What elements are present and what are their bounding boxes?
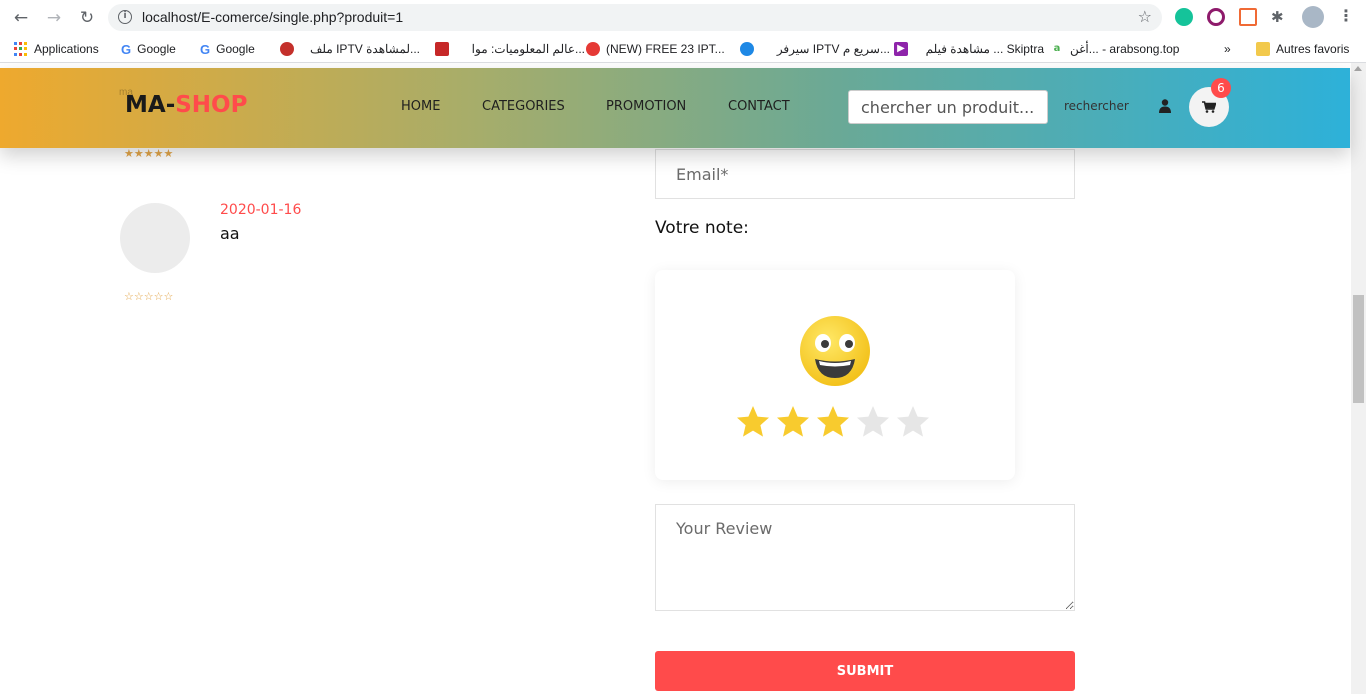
- star-filled-icon: ★: [153, 147, 164, 160]
- bookmarks-overflow-button[interactable]: »: [1224, 41, 1231, 57]
- smiley-face-icon: [800, 316, 870, 386]
- profile-avatar[interactable]: [1302, 6, 1324, 28]
- site-icon: a: [1053, 43, 1061, 54]
- google-icon: G: [200, 41, 211, 57]
- star-filled-icon[interactable]: [815, 404, 851, 440]
- puzzle-icon[interactable]: ✱: [1271, 8, 1289, 26]
- star-empty-icon[interactable]: [895, 404, 931, 440]
- review-rating-stars: ★★★★★: [124, 147, 173, 160]
- review-rating-stars: ☆☆☆☆☆: [124, 290, 173, 303]
- star-filled-icon[interactable]: [735, 404, 771, 440]
- avatar: [120, 203, 190, 273]
- email-field[interactable]: [655, 149, 1075, 199]
- star-empty-icon[interactable]: [855, 404, 891, 440]
- extension-icon[interactable]: [1207, 8, 1225, 26]
- bookmark-iptv-server[interactable]: سيرفر IPTV سريع م...: [740, 41, 890, 57]
- review-text: aa: [220, 224, 240, 243]
- nav-contact[interactable]: CONTACT: [728, 99, 790, 114]
- site-info-icon[interactable]: i: [118, 10, 132, 24]
- review-textarea[interactable]: [655, 504, 1075, 611]
- bookmark-free-iptv[interactable]: (NEW) FREE 23 IPT...: [586, 41, 725, 57]
- rating-label: Votre note:: [655, 218, 749, 238]
- bookmark-apps[interactable]: Applications: [14, 41, 99, 57]
- star-rating-input[interactable]: [735, 404, 931, 440]
- search-input[interactable]: [848, 90, 1048, 124]
- page-scrollbar[interactable]: [1351, 63, 1366, 694]
- star-empty-icon: ☆: [153, 290, 164, 303]
- site-icon: [280, 42, 294, 56]
- google-icon: G: [121, 41, 132, 57]
- search-button[interactable]: rechercher: [1064, 99, 1129, 113]
- site-icon: [586, 42, 600, 56]
- nav-categories[interactable]: CATEGORIES: [482, 99, 565, 114]
- bookmark-arabsong[interactable]: a أغن... - arabsong.top: [1050, 41, 1180, 57]
- user-icon[interactable]: [1159, 99, 1171, 113]
- url-text[interactable]: localhost/E-comerce/single.php?produit=1: [142, 9, 403, 25]
- scrollbar-thumb[interactable]: [1353, 295, 1364, 403]
- bookmark-google[interactable]: G Google: [121, 41, 176, 57]
- star-filled-icon: ★: [133, 147, 144, 160]
- apps-grid-icon: [14, 42, 28, 56]
- site-logo[interactable]: MA-SHOP: [125, 92, 247, 118]
- back-icon[interactable]: ←: [9, 6, 33, 30]
- star-empty-icon: ☆: [133, 290, 144, 303]
- star-filled-icon[interactable]: [775, 404, 811, 440]
- bookmark-skiptra[interactable]: ▶ مشاهدة فيلم ... Skiptra: [894, 41, 1044, 57]
- bookmark-informatics[interactable]: عالم المعلوميات: موا...: [435, 41, 585, 57]
- rating-card: [655, 270, 1015, 480]
- nav-promotion[interactable]: PROMOTION: [606, 99, 686, 114]
- star-empty-icon: ☆: [124, 290, 134, 303]
- browser-toolbar: ← → ↻ i localhost/E-comerce/single.php?p…: [0, 0, 1366, 35]
- scroll-up-arrow-icon[interactable]: [1354, 66, 1362, 71]
- page-viewport: ma MA-SHOP HOME CATEGORIES PROMOTION CON…: [0, 63, 1366, 694]
- star-filled-icon: ★: [163, 147, 174, 160]
- bookmark-google[interactable]: G Google: [200, 41, 255, 57]
- site-icon: [740, 42, 754, 56]
- submit-button[interactable]: SUBMIT: [655, 651, 1075, 691]
- address-bar[interactable]: i localhost/E-comerce/single.php?produit…: [108, 4, 1162, 31]
- nav-home[interactable]: HOME: [401, 99, 440, 114]
- folder-icon: [1256, 42, 1270, 56]
- bookmark-iptv-file[interactable]: ملف IPTV لمشاهدة...: [280, 41, 420, 57]
- star-empty-icon: ☆: [143, 290, 154, 303]
- extension-icon[interactable]: [1239, 8, 1257, 26]
- reload-icon[interactable]: ↻: [75, 6, 99, 30]
- bookmark-star-icon[interactable]: ☆: [1138, 7, 1152, 26]
- video-icon: ▶: [894, 42, 908, 56]
- cart-icon: [1202, 101, 1216, 113]
- other-bookmarks[interactable]: Autres favoris: [1256, 41, 1349, 57]
- review-date: 2020-01-16: [220, 202, 302, 218]
- bookmarks-bar: Applications G Google G Google ملف IPTV …: [0, 35, 1366, 63]
- star-empty-icon: ☆: [163, 290, 174, 303]
- site-header: ma MA-SHOP HOME CATEGORIES PROMOTION CON…: [0, 68, 1350, 148]
- grammarly-extension-icon[interactable]: [1175, 8, 1193, 26]
- forward-icon[interactable]: →: [42, 6, 66, 30]
- site-icon: [435, 42, 449, 56]
- cart-count-badge: 6: [1211, 78, 1231, 98]
- star-filled-icon: ★: [124, 147, 134, 160]
- star-filled-icon: ★: [143, 147, 154, 160]
- browser-menu-icon[interactable]: ⋮: [1338, 6, 1354, 25]
